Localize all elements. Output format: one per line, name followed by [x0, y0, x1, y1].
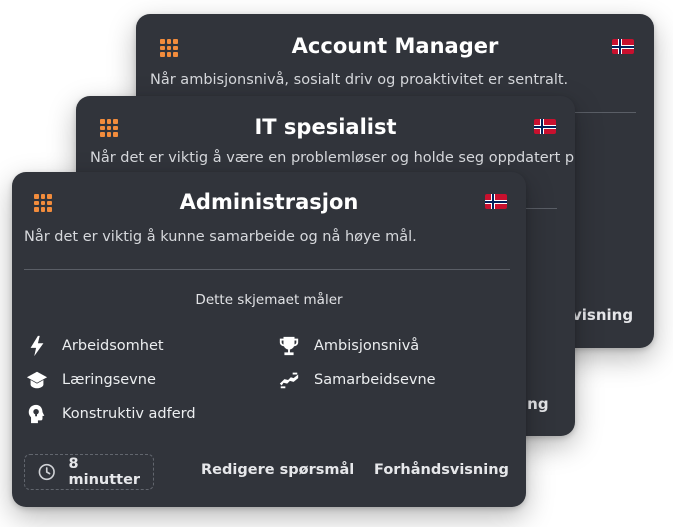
head-lightbulb-icon: [28, 404, 45, 424]
norway-flag-icon: [612, 39, 634, 54]
graduation-cap-icon: [26, 371, 48, 389]
metric-label: Ambisjonsnivå: [314, 338, 420, 354]
handshake-icon: [279, 372, 299, 389]
trophy-icon: [279, 336, 299, 356]
metric-item: Ambisjonsnivå: [278, 335, 419, 357]
measures-heading: Dette skjemaet måler: [195, 292, 343, 308]
metric-label: Arbeidsomhet: [62, 338, 164, 354]
norway-flag-icon: [534, 119, 556, 134]
card-description: Når ambisjonsnivå, sosialt driv og proak…: [150, 72, 569, 88]
preview-button[interactable]: visning: [572, 306, 633, 324]
card-description: Når det er viktig å kunne samarbeide og …: [24, 229, 417, 245]
card-title: IT spesialist: [254, 115, 397, 139]
metric-item: Samarbeidsevne: [278, 369, 436, 391]
norway-flag-icon: [485, 194, 507, 209]
metric-label: Samarbeidsevne: [314, 372, 436, 388]
card-description: Når det er viktig å være en problemløser…: [90, 150, 575, 166]
metric-item: Læringsevne: [26, 369, 156, 391]
metric-label: Konstruktiv adferd: [62, 406, 196, 422]
edit-questions-button[interactable]: Redigere spørsmål: [201, 462, 354, 478]
metric-label: Læringsevne: [62, 372, 156, 388]
duration-label: 8 minutter: [68, 456, 141, 488]
metric-item: Arbeidsomhet: [26, 335, 164, 357]
clock-icon: [38, 463, 55, 481]
template-card-administrasjon[interactable]: Administrasjon Når det er viktig å kunne…: [12, 172, 526, 507]
divider: [24, 269, 510, 270]
card-title: Account Manager: [291, 34, 499, 58]
preview-button[interactable]: Forhåndsvisning: [374, 462, 509, 478]
bolt-icon: [30, 335, 44, 357]
metric-item: Konstruktiv adferd: [26, 403, 196, 425]
duration-badge: 8 minutter: [24, 454, 154, 490]
card-title: Administrasjon: [179, 190, 359, 214]
